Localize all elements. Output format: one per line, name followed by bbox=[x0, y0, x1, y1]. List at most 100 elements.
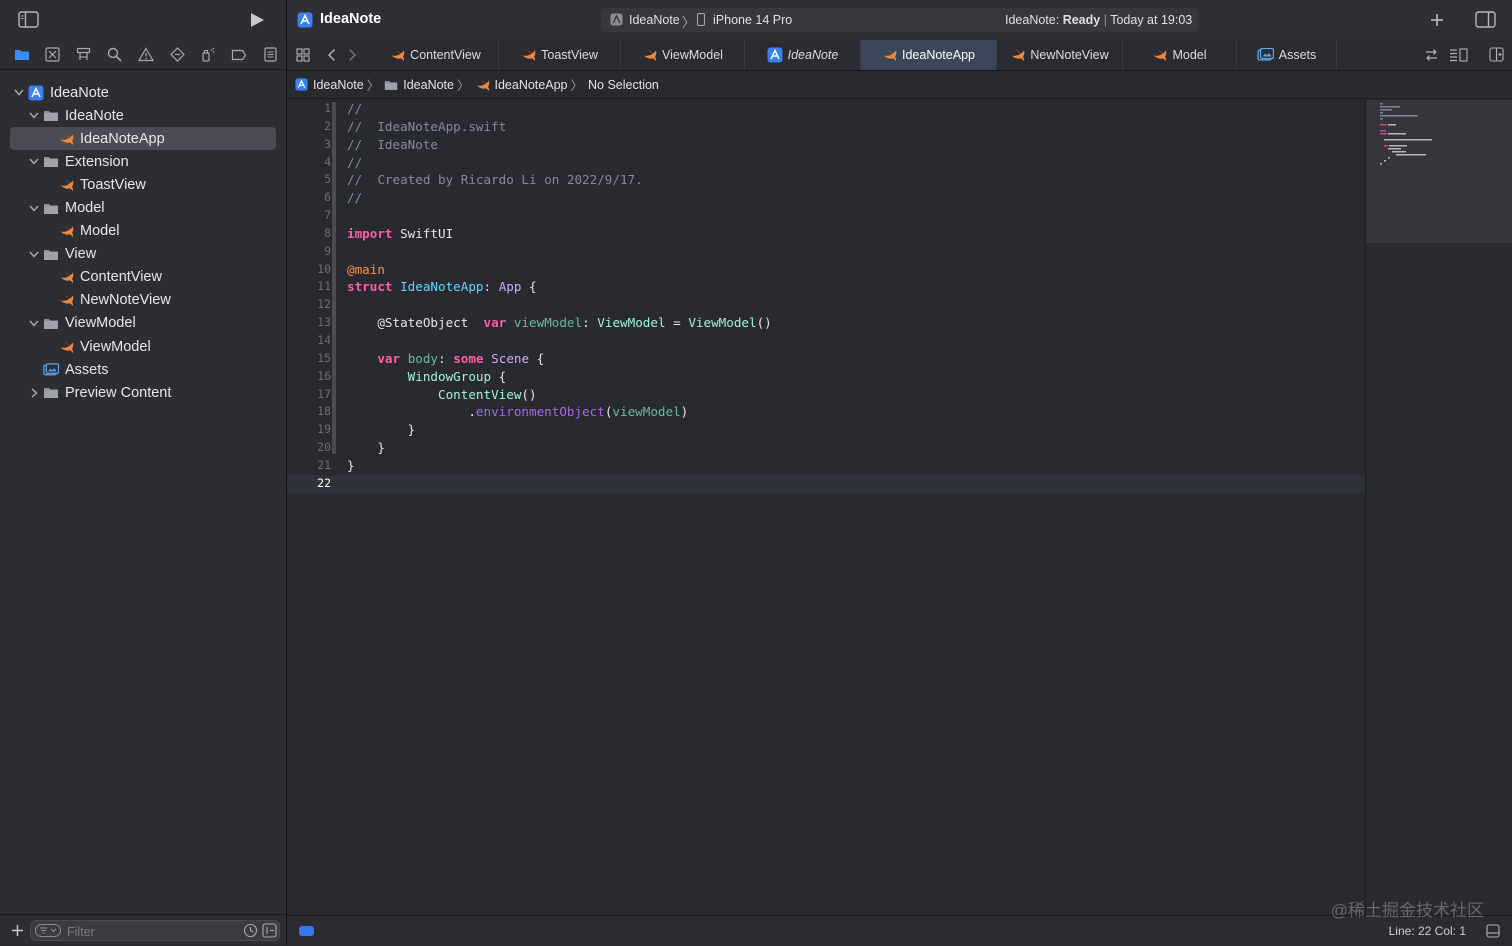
tree-item-label: Preview Content bbox=[65, 384, 172, 401]
source-control-filter-icon[interactable] bbox=[262, 923, 277, 938]
disclosure-chevron-down-icon[interactable] bbox=[13, 87, 25, 99]
filter-input[interactable] bbox=[65, 923, 229, 940]
tab-ideanoteapp[interactable]: IdeaNoteApp bbox=[861, 40, 997, 70]
find-navigator-search-icon[interactable] bbox=[99, 40, 130, 70]
source-control-navigator-icon[interactable] bbox=[37, 40, 68, 70]
source-editor[interactable]: 1 2 3 4 5 6 7 8 9 10 11 12 13 14 15 16 17 18 19 20 21 22 ////… bbox=[287, 100, 1365, 914]
disclosure-chevron-down-icon[interactable] bbox=[28, 202, 40, 214]
report-navigator-icon[interactable] bbox=[255, 40, 286, 70]
tree-folder-item[interactable]: IdeaNote bbox=[0, 104, 286, 127]
swift-file-icon bbox=[882, 48, 897, 62]
cursor-position: Line: 22 Col: 1 bbox=[1388, 924, 1466, 938]
recent-files-clock-icon[interactable] bbox=[243, 923, 258, 938]
breakpoint-navigator-icon[interactable] bbox=[224, 40, 255, 70]
tree-folder-item[interactable]: ViewModel bbox=[0, 312, 286, 335]
breadcrumb-item[interactable]: IdeaNoteApp bbox=[475, 78, 567, 92]
disclosure-chevron-down-icon[interactable] bbox=[28, 317, 40, 329]
forward-chevron-icon[interactable] bbox=[348, 48, 357, 62]
inspector-toggle-icon[interactable] bbox=[1475, 11, 1496, 28]
minimap-code-preview bbox=[1380, 103, 1432, 165]
sidebar-toggle-icon[interactable] bbox=[18, 11, 39, 28]
line-number: 14 bbox=[317, 332, 331, 347]
debug-navigator-spray-icon[interactable] bbox=[193, 40, 224, 70]
tree-file-item[interactable]: Model bbox=[0, 220, 286, 243]
tab-label: ViewModel bbox=[662, 48, 723, 62]
debug-area-toggle-icon[interactable] bbox=[299, 926, 314, 936]
tab-model[interactable]: Model bbox=[1123, 40, 1237, 70]
tab-assets[interactable]: Assets bbox=[1237, 40, 1337, 70]
tree-file-item[interactable]: IdeaNoteApp bbox=[10, 127, 276, 151]
disclosure-chevron-down-icon[interactable] bbox=[28, 248, 40, 260]
code-line: } bbox=[407, 422, 416, 438]
swift-file-icon bbox=[58, 293, 74, 307]
hide-debug-area-icon[interactable] bbox=[1486, 924, 1500, 938]
line-number: 13 bbox=[317, 315, 331, 330]
scheme-selector[interactable]: IdeaNote bbox=[629, 13, 680, 27]
tree-folder-item[interactable]: View bbox=[0, 243, 286, 266]
line-number: 9 bbox=[324, 243, 331, 258]
symbol-navigator-icon[interactable] bbox=[68, 40, 99, 70]
run-button[interactable] bbox=[250, 12, 265, 28]
line-number: 6 bbox=[324, 190, 331, 205]
editor-options-icon[interactable] bbox=[1449, 48, 1469, 62]
code-line: // bbox=[347, 154, 363, 170]
swift-file-icon bbox=[1010, 48, 1025, 62]
tree-item-label: Model bbox=[80, 223, 120, 240]
tree-file-item[interactable]: ContentView bbox=[0, 266, 286, 289]
add-file-plus-icon[interactable] bbox=[11, 924, 24, 937]
breadcrumb-label: No Selection bbox=[588, 77, 659, 92]
line-number: 19 bbox=[317, 422, 331, 437]
library-plus-icon[interactable] bbox=[1430, 13, 1444, 27]
tab-newnoteview[interactable]: NewNoteView bbox=[997, 40, 1123, 70]
status-divider: | bbox=[1103, 13, 1107, 27]
breadcrumb-item[interactable]: No Selection bbox=[588, 78, 659, 92]
test-navigator-diamond-icon[interactable] bbox=[162, 40, 193, 70]
split-editor-icon[interactable] bbox=[1489, 47, 1504, 62]
disclosure-chevron-right-icon[interactable] bbox=[28, 387, 40, 399]
line-number-gutter: 1 2 3 4 5 6 7 8 9 10 11 12 13 14 15 16 17 18 19 20 21 22 bbox=[287, 100, 331, 493]
tree-folder-item[interactable]: Model bbox=[0, 196, 286, 219]
code-content[interactable]: // // IdeaNoteApp.swift // IdeaNote // // Cr… bbox=[347, 100, 772, 493]
tab-label: IdeaNoteApp bbox=[902, 48, 975, 62]
tree-project-item[interactable]: IdeaNote bbox=[0, 81, 286, 104]
code-line: // bbox=[347, 101, 363, 116]
watermark: @稀土掘金技术社区 bbox=[1330, 901, 1484, 920]
tree-file-item[interactable]: NewNoteView bbox=[0, 289, 286, 312]
tree-folder-item[interactable]: Preview Content bbox=[0, 381, 286, 404]
tree-folder-item[interactable]: Extension bbox=[0, 150, 286, 173]
breadcrumb-item[interactable]: IdeaNote bbox=[295, 78, 364, 92]
tree-file-item[interactable]: ViewModel bbox=[0, 335, 286, 358]
disclosure-chevron-down-icon[interactable] bbox=[28, 156, 40, 168]
line-number: 18 bbox=[317, 404, 331, 419]
tab-viewmodel[interactable]: ViewModel bbox=[621, 40, 745, 70]
tab-label: Model bbox=[1172, 48, 1207, 62]
swift-file-icon bbox=[58, 132, 74, 146]
project-icon bbox=[28, 85, 44, 101]
disclosure-chevron-down-icon[interactable] bbox=[28, 110, 40, 122]
tree-file-item[interactable]: ToastView bbox=[0, 173, 286, 196]
filter-options-icon[interactable] bbox=[35, 924, 61, 937]
line-number: 21 bbox=[317, 457, 331, 472]
tab-ideanote[interactable]: IdeaNote bbox=[745, 40, 861, 70]
back-chevron-icon[interactable] bbox=[327, 48, 336, 62]
swift-file-icon bbox=[521, 48, 536, 62]
issue-navigator-warning-icon[interactable] bbox=[130, 40, 161, 70]
code-line: @main bbox=[347, 261, 385, 277]
tree-file-item[interactable]: Assets bbox=[0, 358, 286, 381]
code-review-arrows-icon[interactable] bbox=[1424, 48, 1439, 62]
asset-catalog-icon bbox=[43, 362, 59, 377]
project-navigator-folder-icon[interactable] bbox=[6, 40, 37, 70]
tab-contentview[interactable]: ContentView bbox=[373, 40, 499, 70]
breadcrumb-item[interactable]: IdeaNote bbox=[384, 78, 454, 92]
swift-file-icon bbox=[58, 224, 74, 238]
filter-field[interactable] bbox=[30, 920, 280, 941]
breadcrumb-label: IdeaNote bbox=[313, 77, 364, 92]
tree-item-label: IdeaNote bbox=[65, 107, 124, 124]
tab-toastview[interactable]: ToastView bbox=[499, 40, 621, 70]
tab-label: ContentView bbox=[410, 48, 481, 62]
tree-item-label: ViewModel bbox=[80, 338, 151, 355]
related-items-grid-icon[interactable] bbox=[296, 48, 310, 62]
source-change-bar bbox=[332, 102, 336, 454]
destination-selector[interactable]: iPhone 14 Pro bbox=[713, 13, 792, 27]
minimap[interactable] bbox=[1365, 100, 1512, 914]
